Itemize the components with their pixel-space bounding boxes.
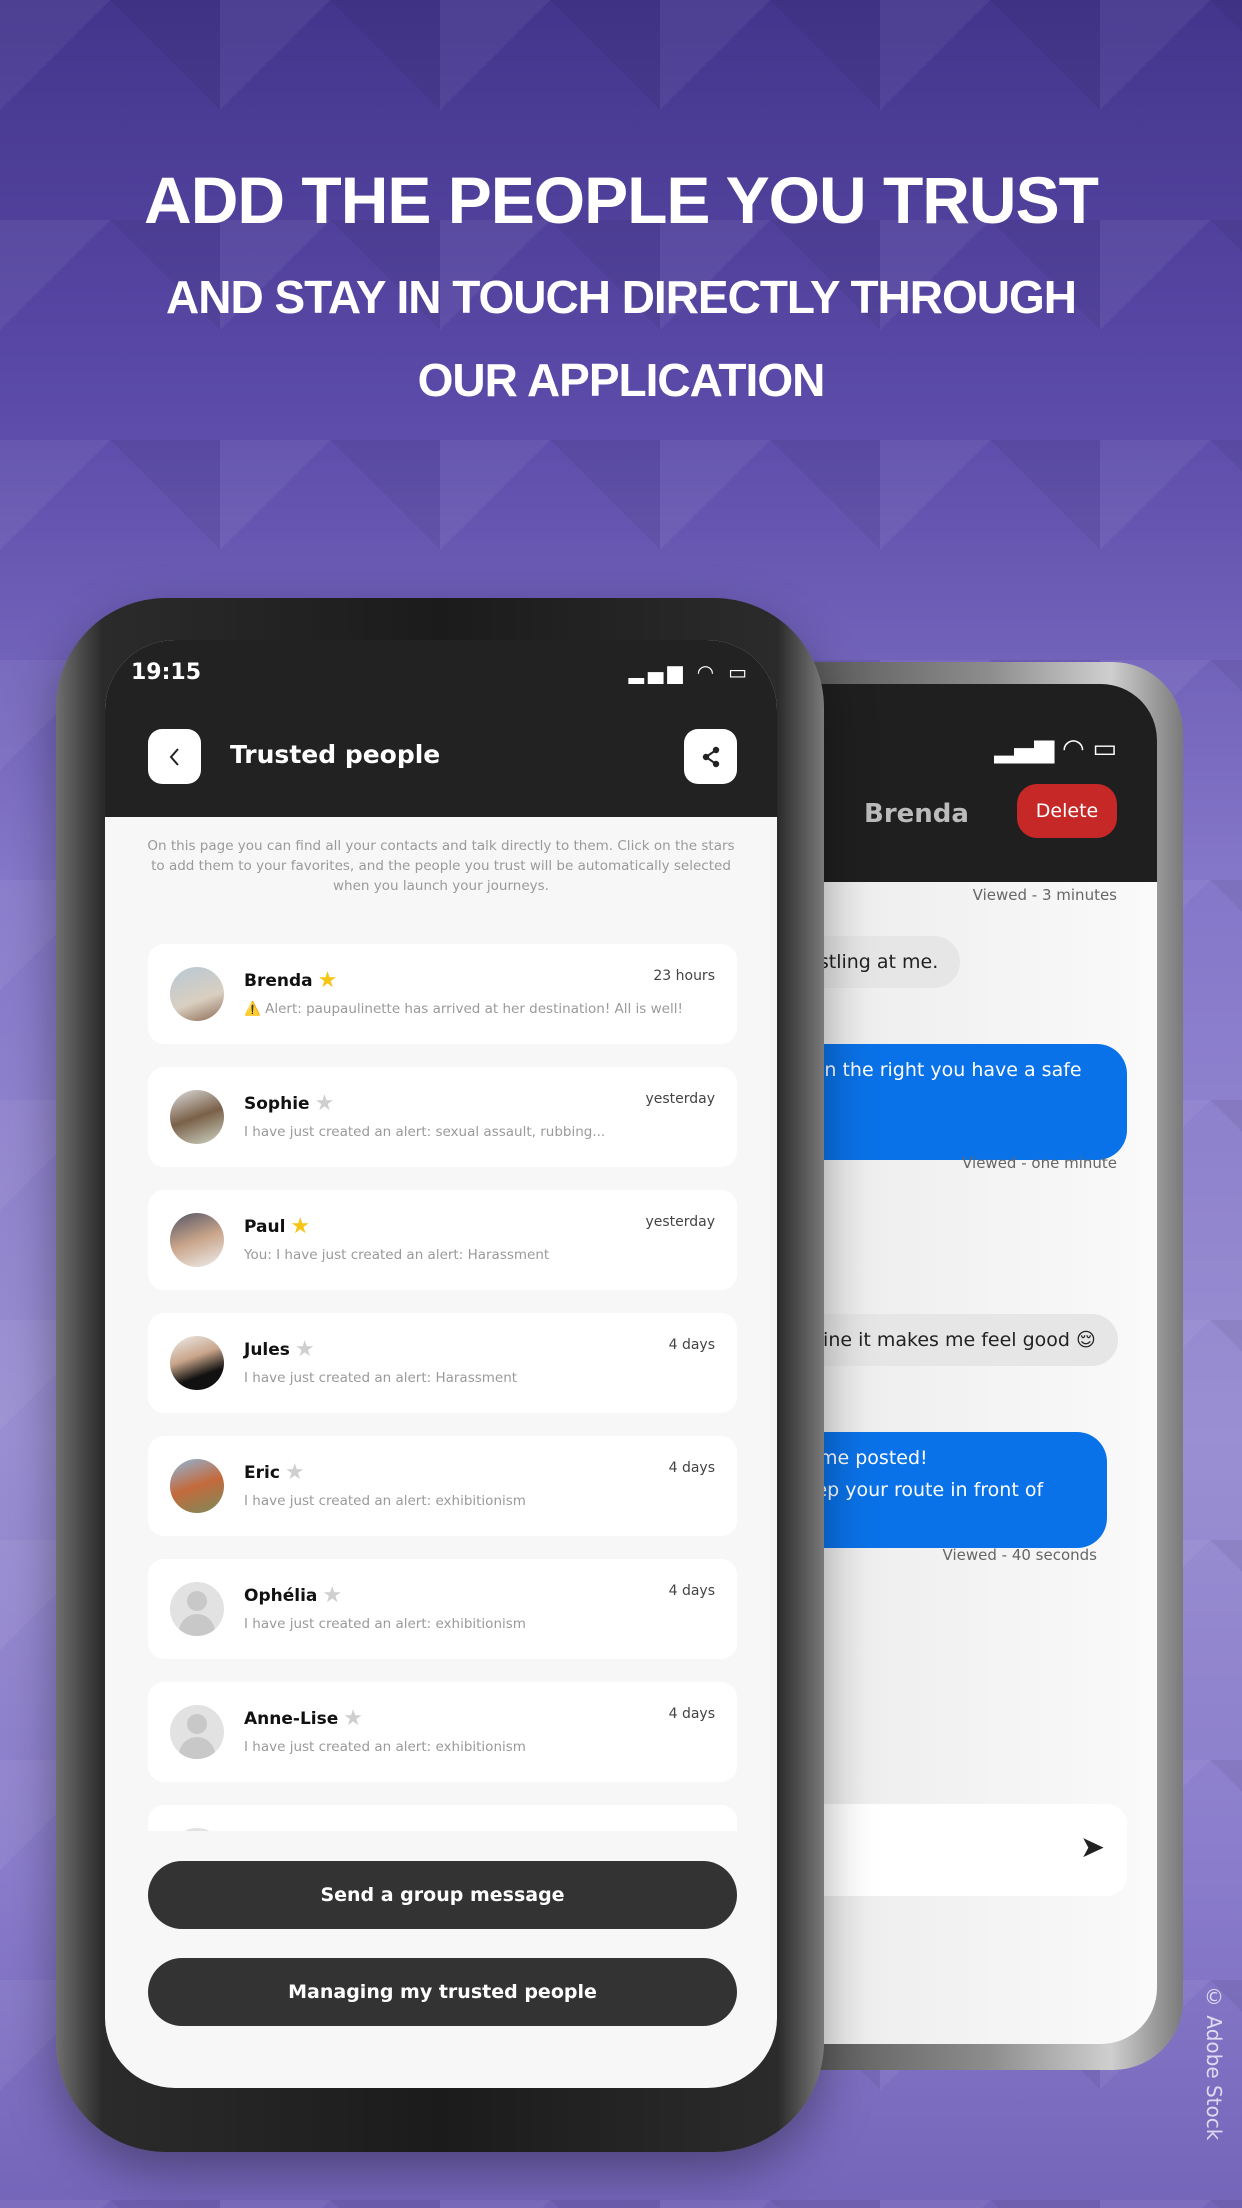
app-header: 19:15 ▂▄▆ ◠ ▭ Trusted people	[105, 640, 777, 817]
front-phone: 19:15 ▂▄▆ ◠ ▭ Trusted people On this pag…	[56, 598, 824, 2152]
contact-timestamp: 4 days	[668, 1706, 715, 1722]
star-icon[interactable]: ★	[318, 968, 338, 993]
star-icon[interactable]: ★	[285, 1460, 305, 1485]
contact-preview: I have just created an alert: exhibition…	[244, 1616, 526, 1632]
contact-timestamp: 4 days	[668, 1337, 715, 1353]
message-meta: Viewed - 3 minutes	[972, 886, 1117, 904]
contact-preview: You: I have just created an alert: Haras…	[244, 1247, 550, 1263]
chevron-left-icon	[169, 747, 179, 766]
avatar	[170, 1336, 224, 1390]
contact-name: Ophélia ★	[244, 1583, 343, 1608]
page-description: On this page you can find all your conta…	[147, 838, 735, 894]
contact-preview: I have just created an alert: Harassment	[244, 1370, 518, 1386]
headline-line-1: ADD THE PEOPLE YOU TRUST	[144, 163, 1099, 237]
contact-preview: I have just created an alert: exhibition…	[244, 1739, 526, 1755]
status-icons: ▂▄▆ ◠ ▭	[994, 734, 1117, 764]
warning-icon: ⚠️	[244, 1001, 261, 1017]
avatar	[170, 1828, 224, 1831]
contact-name: Sophie ★	[244, 1091, 335, 1116]
contact-timestamp: yesterday	[645, 1091, 715, 1107]
watermark: © Adobe Stock	[1202, 1985, 1226, 2141]
contact-timestamp: 4 days	[668, 1460, 715, 1476]
contact-card[interactable]: Eric ★ 4 days I have just created an aler…	[148, 1436, 737, 1536]
contact-card[interactable]: Paul ★ yesterday You: I have just created…	[148, 1190, 737, 1290]
contact-card[interactable]: Anne-Lise ★ 4 days I have just created an…	[148, 1682, 737, 1782]
star-icon[interactable]: ★	[295, 1337, 315, 1362]
contact-name: Paul ★	[244, 1214, 311, 1239]
star-icon[interactable]: ★	[290, 1214, 310, 1239]
message-meta: Viewed - one minute	[962, 1154, 1117, 1172]
avatar	[170, 1582, 224, 1636]
share-icon	[702, 746, 719, 767]
status-time: 19:15	[131, 660, 202, 685]
avatar	[170, 1459, 224, 1513]
delete-button[interactable]: Delete	[1017, 784, 1117, 838]
avatar	[170, 1213, 224, 1267]
status-icons: ▂▄▆ ◠ ▭	[628, 660, 751, 684]
contact-card[interactable]: Ophélia ★ 4 days I have just created an a…	[148, 1559, 737, 1659]
contact-list: Brenda ★ 23 hours ⚠️ Alert: paupaulinette…	[148, 944, 737, 1831]
contact-name: Anne-Lise ★	[244, 1706, 363, 1731]
avatar	[170, 967, 224, 1021]
manage-trusted-people-button[interactable]: Managing my trusted people	[148, 1958, 737, 2026]
headline-line-2: AND STAY IN TOUCH DIRECTLY THROUGH	[166, 271, 1077, 323]
message-meta: Viewed - 40 seconds	[942, 1546, 1097, 1564]
star-icon[interactable]: ★	[315, 1091, 335, 1116]
star-icon[interactable]: ★	[343, 1706, 363, 1731]
contact-card[interactable]	[148, 1805, 737, 1831]
star-icon[interactable]: ★	[322, 1583, 342, 1608]
avatar	[170, 1705, 224, 1759]
avatar	[170, 1090, 224, 1144]
send-group-message-button[interactable]: Send a group message	[148, 1861, 737, 1929]
contact-card[interactable]: Sophie ★ yesterday I have just created an…	[148, 1067, 737, 1167]
chat-contact-name: Brenda	[864, 799, 969, 829]
contact-timestamp: yesterday	[645, 1214, 715, 1230]
contact-timestamp: 23 hours	[653, 968, 715, 984]
back-button[interactable]	[148, 729, 201, 784]
contact-preview: I have just created an alert: exhibition…	[244, 1493, 526, 1509]
contact-card[interactable]: Brenda ★ 23 hours ⚠️ Alert: paupaulinette…	[148, 944, 737, 1044]
paper-plane-icon[interactable]: ➤	[1080, 1830, 1105, 1865]
contact-name: Brenda ★	[244, 968, 338, 993]
contact-name: Jules ★	[244, 1337, 315, 1362]
share-button[interactable]	[684, 729, 737, 784]
headline-line-3: OUR APPLICATION	[417, 354, 826, 406]
contact-preview: I have just created an alert: sexual ass…	[244, 1124, 606, 1140]
page-title: Trusted people	[230, 740, 441, 769]
contact-timestamp: 4 days	[668, 1583, 715, 1599]
contact-card[interactable]: Jules ★ 4 days I have just created an ale…	[148, 1313, 737, 1413]
contact-name: Eric ★	[244, 1460, 305, 1485]
contact-preview: ⚠️ Alert: paupaulinette has arrived at h…	[244, 1001, 683, 1017]
